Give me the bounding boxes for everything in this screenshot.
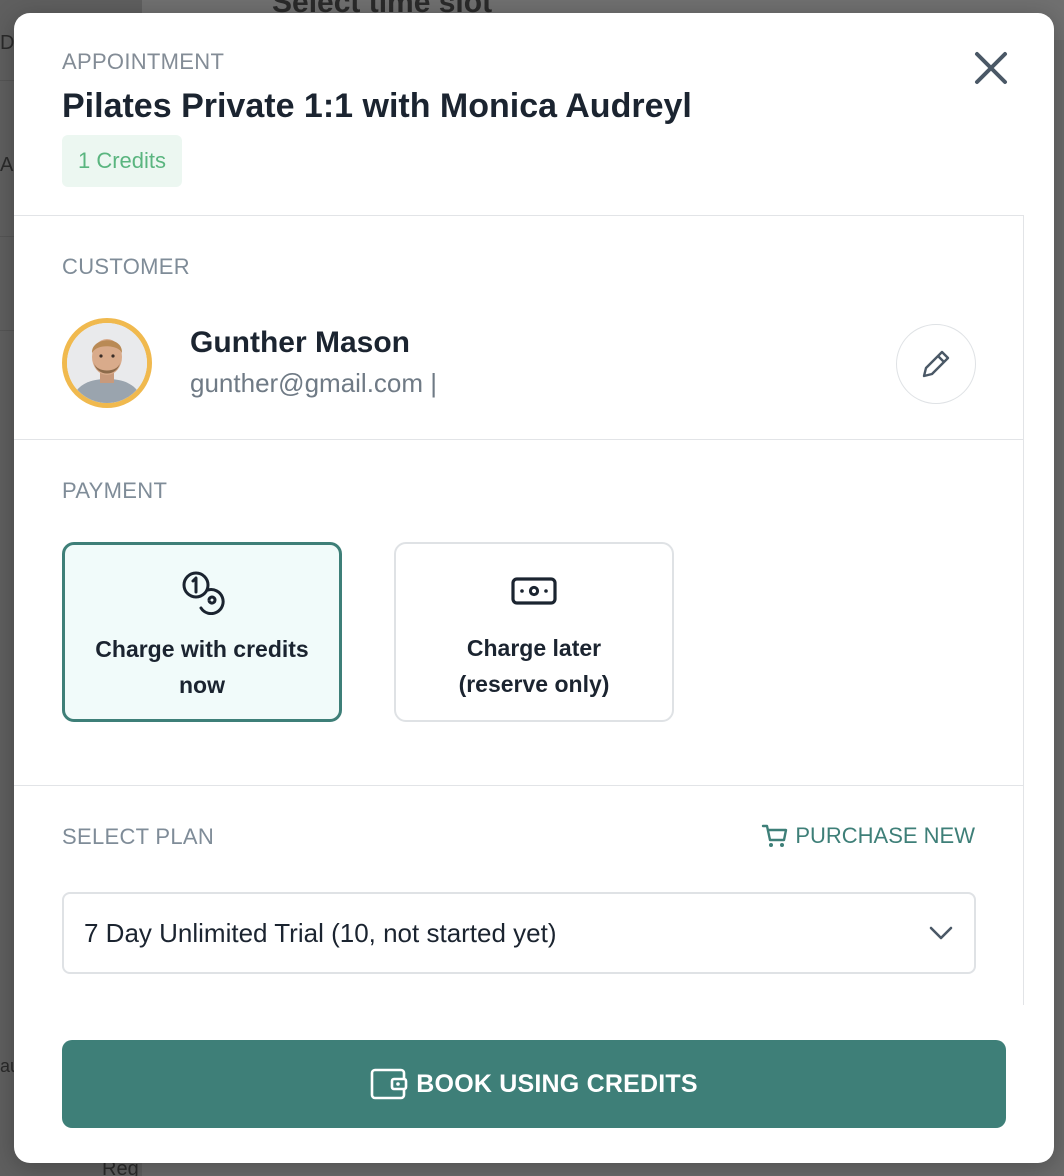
payment-section-label: PAYMENT (62, 478, 168, 503)
edit-customer-button[interactable] (896, 324, 976, 404)
purchase-new-label: PURCHASE NEW (795, 823, 975, 848)
coins-icon (182, 571, 225, 615)
modal-eyebrow: APPOINTMENT (62, 49, 225, 74)
book-using-credits-button[interactable]: BOOK USING CREDITS (62, 1040, 1006, 1128)
book-using-credits-label: BOOK USING CREDITS (416, 1069, 698, 1098)
appointment-title: Pilates Private 1:1 with Monica Audreyl (62, 87, 692, 125)
modal-body[interactable]: CUSTOMER Gunther Mason gunther@gmail.com… (14, 215, 1024, 1005)
charge-with-credits-label: Charge with credits (95, 636, 309, 662)
credits-badge: 1 Credits (62, 135, 183, 187)
charge-later-option[interactable]: Charge later (reserve only) (394, 542, 674, 722)
appointment-modal: APPOINTMENT Pilates Private 1:1 with Mon… (14, 13, 1054, 1163)
pencil-icon (922, 350, 950, 378)
section-divider (14, 439, 1023, 440)
plan-select-value: 7 Day Unlimited Trial (10, not started y… (84, 917, 557, 948)
close-icon (975, 52, 1007, 84)
charge-later-label: Charge later (466, 635, 602, 661)
cart-icon (762, 824, 788, 847)
charge-with-credits-label-line2: now (179, 672, 225, 698)
customer-email: gunther@gmail.com | (190, 368, 438, 398)
customer-name: Gunther Mason (190, 326, 411, 359)
charge-later-label-line2: (reserve only) (458, 671, 610, 697)
avatar (62, 318, 152, 408)
close-button[interactable] (966, 43, 1016, 93)
wallet-icon (370, 1068, 408, 1100)
plan-select[interactable]: 7 Day Unlimited Trial (10, not started y… (62, 892, 976, 974)
banknote-icon (511, 577, 557, 605)
avatar-photo (67, 323, 147, 403)
chevron-down-icon (929, 926, 953, 940)
purchase-new-link[interactable]: PURCHASE NEW (761, 822, 975, 850)
section-divider (14, 785, 1023, 786)
select-plan-section-label: SELECT PLAN (62, 824, 215, 849)
modal-header: APPOINTMENT Pilates Private 1:1 with Mon… (14, 13, 1054, 215)
customer-section-label: CUSTOMER (62, 254, 190, 279)
charge-with-credits-option[interactable]: Charge with credits now (62, 542, 342, 722)
